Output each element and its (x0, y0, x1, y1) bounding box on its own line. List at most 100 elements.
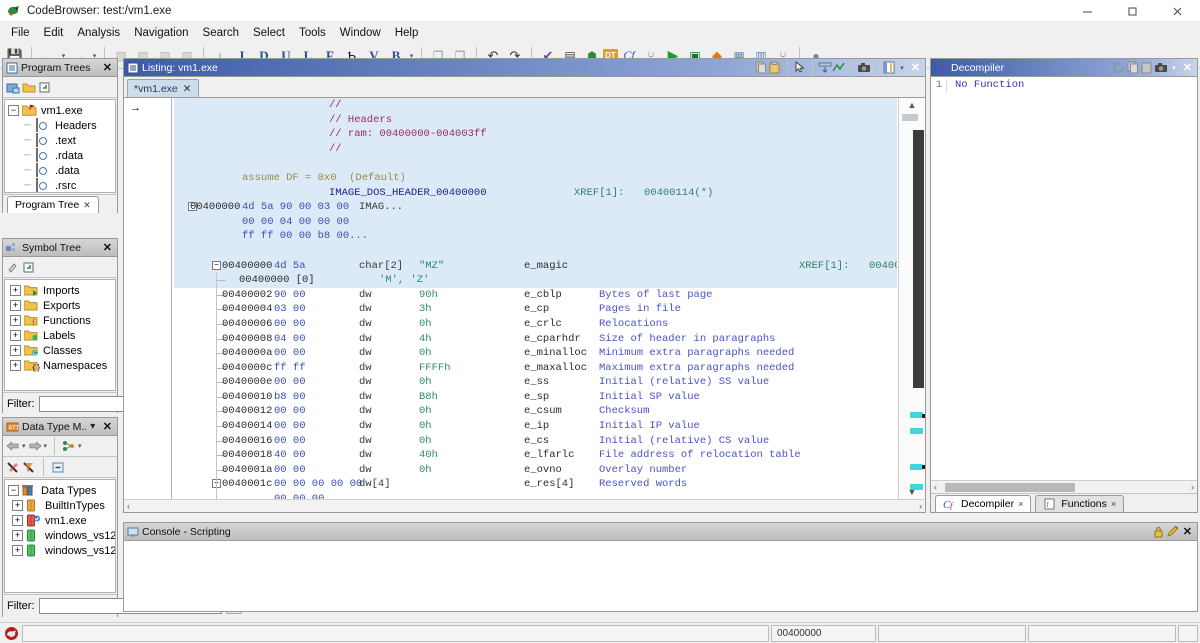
listing-row[interactable]: −004000004d 5achar[2]"MZ"e_magicXREF[1]:… (174, 259, 897, 274)
listing-row[interactable]: 0040000290 00dw90he_cblpBytes of last pa… (174, 288, 897, 303)
listing-row[interactable] (174, 156, 897, 171)
listing-row[interactable]: 0040001a00 00dw0he_ovnoOverlay number (174, 463, 897, 478)
tab-decompiler[interactable]: CfDecompiler× (935, 495, 1031, 512)
listing-row[interactable]: // (174, 98, 897, 113)
listing-row[interactable]: 0040000403 00dw3he_cpPages in file (174, 302, 897, 317)
close-icon[interactable]: ✕ (100, 241, 115, 254)
minimize-button[interactable] (1065, 0, 1110, 22)
tree-item-windows_vs12_64[interactable]: +windows_vs12_64 (8, 543, 115, 558)
tree-item-classes[interactable]: +CClasses (8, 343, 115, 358)
listing-row[interactable]: 0040000a00 00dw0he_minallocMinimum extra… (174, 346, 897, 361)
copy-icon[interactable] (1126, 61, 1140, 75)
expand-toggle-icon[interactable]: + (10, 300, 21, 311)
bookmark-marker[interactable] (922, 465, 925, 469)
open-folder-icon[interactable] (22, 80, 36, 94)
listing-row[interactable]: // ram: 00400000-004003ff (174, 127, 897, 142)
forward-icon[interactable] (28, 439, 42, 453)
menu-navigation[interactable]: Navigation (127, 25, 195, 41)
dropdown-icon[interactable]: ▾ (1168, 64, 1180, 72)
hscroll-right-button[interactable]: › (919, 501, 922, 511)
tab-functions[interactable]: fFunctions× (1035, 495, 1124, 512)
listing-row[interactable]: 00400010b8 00dwB8he_spInitial SP value (174, 390, 897, 405)
listing-row[interactable]: // Headers (174, 113, 897, 128)
listing-view[interactable]: → //// Headers// ram: 00400000-004003ff/… (124, 97, 925, 512)
filter-off-icon[interactable] (6, 460, 20, 474)
export-icon[interactable] (22, 260, 36, 274)
decompiler-body[interactable]: 1No Function (931, 77, 1197, 480)
chevron-down-icon[interactable]: ▾ (86, 420, 100, 434)
new-folder-icon[interactable] (6, 80, 20, 94)
close-icon[interactable]: ✕ (100, 61, 115, 74)
listing-row[interactable]: assume DF = 0x0 (Default) (174, 171, 897, 186)
decompiler-line[interactable]: 1No Function (931, 79, 1197, 93)
snapshot-icon[interactable] (1154, 61, 1168, 75)
listing-row[interactable]: 0040001400 00dw0he_ipInitial IP value (174, 419, 897, 434)
expand-toggle-icon[interactable]: + (10, 330, 21, 341)
listing-row[interactable]: 0040001600 00dw0he_csInitial (relative) … (174, 434, 897, 449)
expand-toggle-icon[interactable]: + (10, 345, 21, 356)
hscroll-right-button[interactable]: › (1191, 482, 1194, 492)
menu-search[interactable]: Search (196, 25, 246, 41)
listing-row[interactable]: // (174, 142, 897, 157)
close-icon[interactable]: ✕ (1180, 61, 1195, 74)
listing-row[interactable]: −004000004d 5a 90 00 03 00IMAG... (174, 200, 897, 215)
expand-toggle-icon[interactable]: + (12, 545, 23, 556)
close-icon[interactable]: × (1111, 499, 1116, 509)
snapshot-alt-icon[interactable] (832, 61, 846, 75)
listing-row[interactable]: 00 00 04 00 00 00 (174, 215, 897, 230)
console-body[interactable] (124, 541, 1197, 611)
tree-item-namespaces[interactable]: +{}Namespaces (8, 358, 115, 373)
tab-vm1-exe[interactable]: *vm1.exe ✕ (127, 79, 199, 97)
refresh-icon[interactable] (1112, 61, 1126, 75)
tree-item-builtintypes[interactable]: +BuiltInTypes (8, 498, 115, 513)
listing-row[interactable]: 0040000804 00dw4he_cparhdrSize of header… (174, 332, 897, 347)
expand-toggle-icon[interactable]: + (10, 360, 21, 371)
tab-program-tree[interactable]: Program Tree ✕ (7, 196, 99, 213)
camera-icon[interactable] (857, 61, 871, 75)
listing-row[interactable]: 0040000cff ffdwFFFFhe_maxallocMaximum ex… (174, 361, 897, 376)
tree-root[interactable]: −Data Types (8, 483, 115, 498)
rename-icon[interactable] (6, 260, 20, 274)
listing-row[interactable]: 0040001200 00dw0he_csumChecksum (174, 404, 897, 419)
forward-dropdown-icon[interactable]: ▾ (44, 442, 48, 450)
bookmark-marker[interactable] (922, 414, 925, 418)
back-icon[interactable] (6, 439, 20, 453)
dropdown-icon[interactable]: ▾ (896, 64, 908, 72)
listing-hscrollbar[interactable]: ‹ › (124, 499, 925, 512)
listing-row[interactable] (174, 244, 897, 259)
close-button[interactable] (1155, 0, 1200, 22)
collapse-toggle-icon[interactable]: − (212, 261, 221, 270)
copy-icon[interactable] (754, 61, 768, 75)
close-icon[interactable]: ✕ (908, 61, 923, 74)
expand-toggle-icon[interactable]: + (12, 530, 23, 541)
export-tree-icon[interactable] (38, 80, 52, 94)
close-icon[interactable]: ✕ (1180, 525, 1195, 538)
menu-help[interactable]: Help (388, 25, 426, 41)
tree-item-functions[interactable]: +fFunctions (8, 313, 115, 328)
listing-row[interactable]: 0040001840 00dw40he_lfarlcFile address o… (174, 448, 897, 463)
lock-icon[interactable] (1152, 525, 1166, 539)
close-icon[interactable]: ✕ (100, 420, 115, 433)
tree-item-vm1exe[interactable]: +vm1.exe (8, 513, 115, 528)
menu-window[interactable]: Window (333, 25, 388, 41)
maximize-button[interactable] (1110, 0, 1155, 22)
listing-code[interactable]: //// Headers// ram: 00400000-004003ff//a… (174, 98, 897, 512)
expand-toggle-icon[interactable]: + (10, 315, 21, 326)
sort-icon[interactable] (62, 439, 76, 453)
menu-tools[interactable]: Tools (292, 25, 333, 41)
menu-analysis[interactable]: Analysis (70, 25, 127, 41)
listing-row[interactable]: +0040001c00 00 00 00 00dw[4]e_res[4]Rese… (174, 477, 897, 492)
paste-icon[interactable] (1140, 61, 1154, 75)
collapse-toggle-icon[interactable]: − (8, 105, 19, 116)
menu-file[interactable]: File (4, 25, 37, 41)
scroll-down-button[interactable]: ▼ (899, 485, 925, 498)
edit-fields-icon[interactable] (882, 61, 896, 75)
decompiler-hscrollbar[interactable]: ‹ › (931, 480, 1197, 493)
paste-icon[interactable] (768, 61, 782, 75)
tree-item-imports[interactable]: +Imports (8, 283, 115, 298)
diff-icon[interactable] (818, 61, 832, 75)
tree-item-rdata[interactable]: ─.rdata (8, 148, 115, 163)
back-dropdown-icon[interactable]: ▾ (22, 442, 26, 450)
tree-item-data[interactable]: ─.data (8, 163, 115, 178)
filter-clear-icon[interactable] (22, 460, 36, 474)
